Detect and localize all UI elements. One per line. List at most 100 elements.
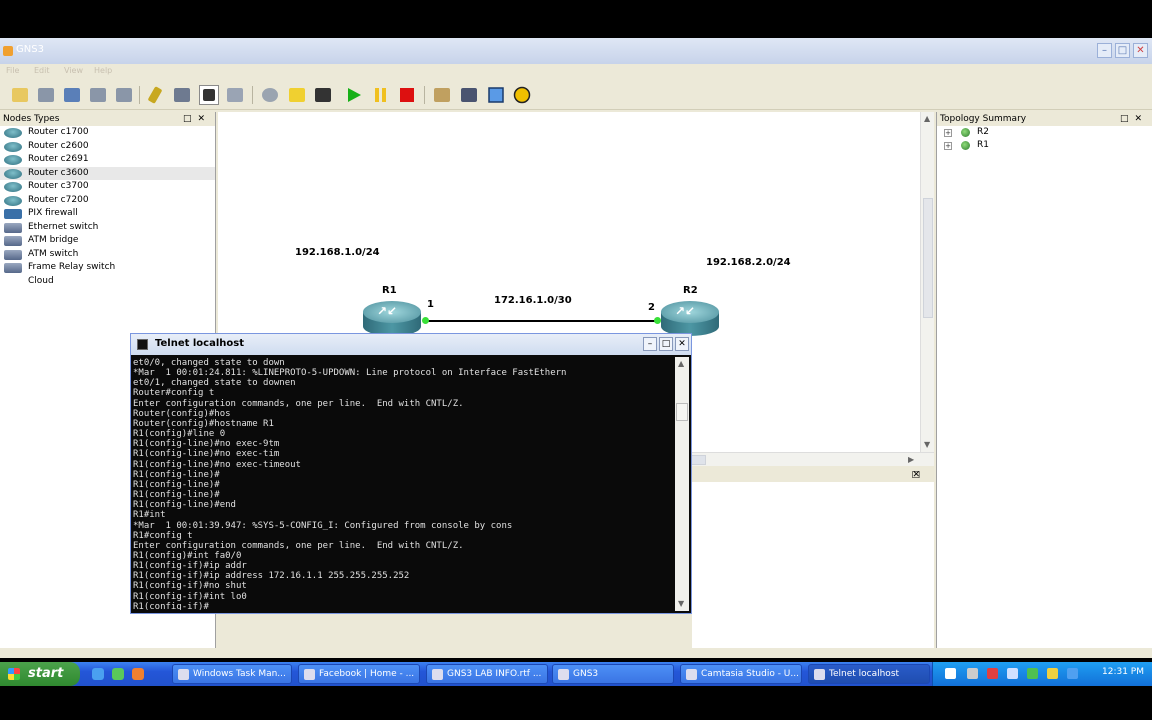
annotate-icon[interactable] — [432, 85, 452, 105]
minimize-button[interactable]: – — [643, 337, 657, 351]
minimize-button[interactable]: – — [1097, 43, 1112, 58]
interfaces-icon[interactable] — [199, 85, 219, 105]
r2-port-label: 2 — [648, 302, 655, 313]
open-icon[interactable] — [36, 85, 56, 105]
tray-icon[interactable] — [987, 668, 998, 679]
node-type-item[interactable]: Router c2600 — [0, 140, 215, 154]
title-bar[interactable]: GNS3 – □ ✕ — [0, 38, 1152, 64]
rectangle-icon[interactable] — [486, 85, 506, 105]
node-type-item[interactable]: PIX firewall — [0, 207, 215, 221]
menu-file[interactable]: File — [6, 66, 19, 75]
cloud-icon — [4, 277, 22, 287]
screenshot-icon[interactable] — [459, 85, 479, 105]
expand-icon[interactable]: + — [944, 129, 952, 137]
float-icon[interactable]: □ — [1120, 114, 1135, 124]
topology-item-r1[interactable]: + R1 — [937, 139, 1152, 152]
app-icon — [558, 669, 569, 680]
terminal-line: R1(config-if)#ip address 172.16.1.1 255.… — [133, 571, 410, 582]
app-icon — [432, 669, 443, 680]
menu-help[interactable]: Help — [94, 66, 112, 75]
close-icon[interactable]: ✕ — [912, 470, 926, 480]
node-type-item[interactable]: Router c3700 — [0, 180, 215, 194]
node-type-item[interactable]: ATM switch — [0, 248, 215, 262]
network-label-left: 192.168.1.0/24 — [295, 247, 380, 258]
tray-icon[interactable] — [967, 668, 978, 679]
node-type-item[interactable]: Cloud — [0, 275, 215, 289]
start-icon[interactable] — [344, 85, 364, 105]
close-icon[interactable]: ✕ — [1134, 114, 1148, 124]
taskbar-task-label: Facebook | Home - ... — [319, 669, 415, 679]
node-type-label: Router c3600 — [28, 167, 89, 178]
taskbar-task[interactable]: GNS3 LAB INFO.rtf ... — [426, 664, 548, 684]
node-type-item[interactable]: Router c1700 — [0, 126, 215, 140]
maximize-button[interactable]: □ — [659, 337, 673, 351]
canvas-vertical-scrollbar[interactable]: ▲ ▼ — [920, 112, 934, 452]
console-icon[interactable] — [313, 85, 333, 105]
taskbar-task[interactable]: Windows Task Man... — [172, 664, 292, 684]
export-icon[interactable] — [114, 85, 134, 105]
status-icon — [961, 128, 970, 137]
node-type-item[interactable]: Router c2691 — [0, 153, 215, 167]
pause-icon[interactable] — [371, 85, 391, 105]
tray-icon[interactable] — [1007, 668, 1018, 679]
close-icon[interactable]: ✕ — [197, 114, 211, 124]
maximize-button[interactable]: □ — [1115, 43, 1130, 58]
add-link-icon[interactable] — [145, 85, 165, 105]
terminal-line: Router#config t — [133, 388, 215, 399]
menu-edit[interactable]: Edit — [34, 66, 50, 75]
node-type-item[interactable]: Router c7200 — [0, 194, 215, 208]
capture-icon[interactable] — [225, 85, 245, 105]
taskbar-task[interactable]: Facebook | Home - ... — [298, 664, 420, 684]
terminal-line: Enter configuration commands, one per li… — [133, 540, 464, 551]
idle-pc-icon[interactable] — [287, 85, 307, 105]
close-button[interactable]: ✕ — [675, 337, 689, 351]
tray-icon[interactable] — [1067, 668, 1078, 679]
firefox-icon[interactable] — [132, 668, 144, 680]
terminal-scrollbar[interactable]: ▲ ▼ — [675, 357, 689, 611]
expand-icon[interactable]: + — [944, 142, 952, 150]
app-icon — [686, 669, 697, 680]
node-type-label: Cloud — [28, 275, 54, 286]
app-icon — [178, 669, 189, 680]
router-icon: ↗↙ — [675, 304, 696, 318]
new-icon[interactable] — [10, 85, 30, 105]
topology-item-r2[interactable]: + R2 — [937, 126, 1152, 139]
pointer-icon[interactable] — [172, 85, 192, 105]
node-type-item[interactable]: Frame Relay switch — [0, 261, 215, 275]
save-as-icon[interactable] — [88, 85, 108, 105]
save-icon[interactable] — [62, 85, 82, 105]
volume-icon[interactable] — [1047, 668, 1058, 679]
node-type-item[interactable]: Ethernet switch — [0, 221, 215, 235]
float-icon[interactable]: □ — [183, 114, 198, 124]
node-type-label: Router c3700 — [28, 181, 89, 191]
node-type-label: Router c2691 — [28, 154, 89, 164]
ellipse-icon[interactable] — [512, 85, 532, 105]
taskbar-task[interactable]: GNS3 — [552, 664, 674, 684]
link-r1-r2[interactable] — [426, 320, 660, 322]
router-icon — [4, 168, 22, 179]
router-icon — [4, 128, 22, 138]
menu-view[interactable]: View — [64, 66, 83, 75]
topology-summary-panel: Topology Summary □✕ + R2 + R1 — [936, 112, 1152, 648]
help-icon[interactable] — [945, 668, 956, 679]
node-type-item[interactable]: ATM bridge — [0, 234, 215, 248]
taskbar-task-label: GNS3 LAB INFO.rtf ... — [447, 669, 542, 679]
taskbar-task[interactable]: Camtasia Studio - U... — [680, 664, 802, 684]
terminal-line: *Mar 1 00:01:39.947: %SYS-5-CONFIG_I: Co… — [133, 520, 513, 531]
terminal-output[interactable]: et0/0, changed state to down *Mar 1 00:01… — [133, 358, 673, 610]
switch-icon — [4, 263, 22, 273]
router-icon — [4, 155, 22, 165]
clock-icon[interactable] — [260, 85, 280, 105]
taskbar-task[interactable]: Telnet localhost — [808, 664, 930, 684]
node-type-item[interactable]: Router c3600 — [0, 166, 215, 180]
browser-icon[interactable] — [112, 668, 124, 680]
console-icon — [137, 339, 148, 350]
topology-summary-header: Topology Summary □✕ — [937, 112, 1152, 126]
stop-icon[interactable] — [397, 85, 417, 105]
telnet-title-bar[interactable]: Telnet localhost – □ ✕ — [131, 334, 691, 355]
terminal-line: R1(config-if)# — [133, 601, 209, 610]
close-button[interactable]: ✕ — [1133, 43, 1148, 58]
start-button[interactable]: start — [0, 662, 80, 686]
ie-icon[interactable] — [92, 668, 104, 680]
network-icon[interactable] — [1027, 668, 1038, 679]
